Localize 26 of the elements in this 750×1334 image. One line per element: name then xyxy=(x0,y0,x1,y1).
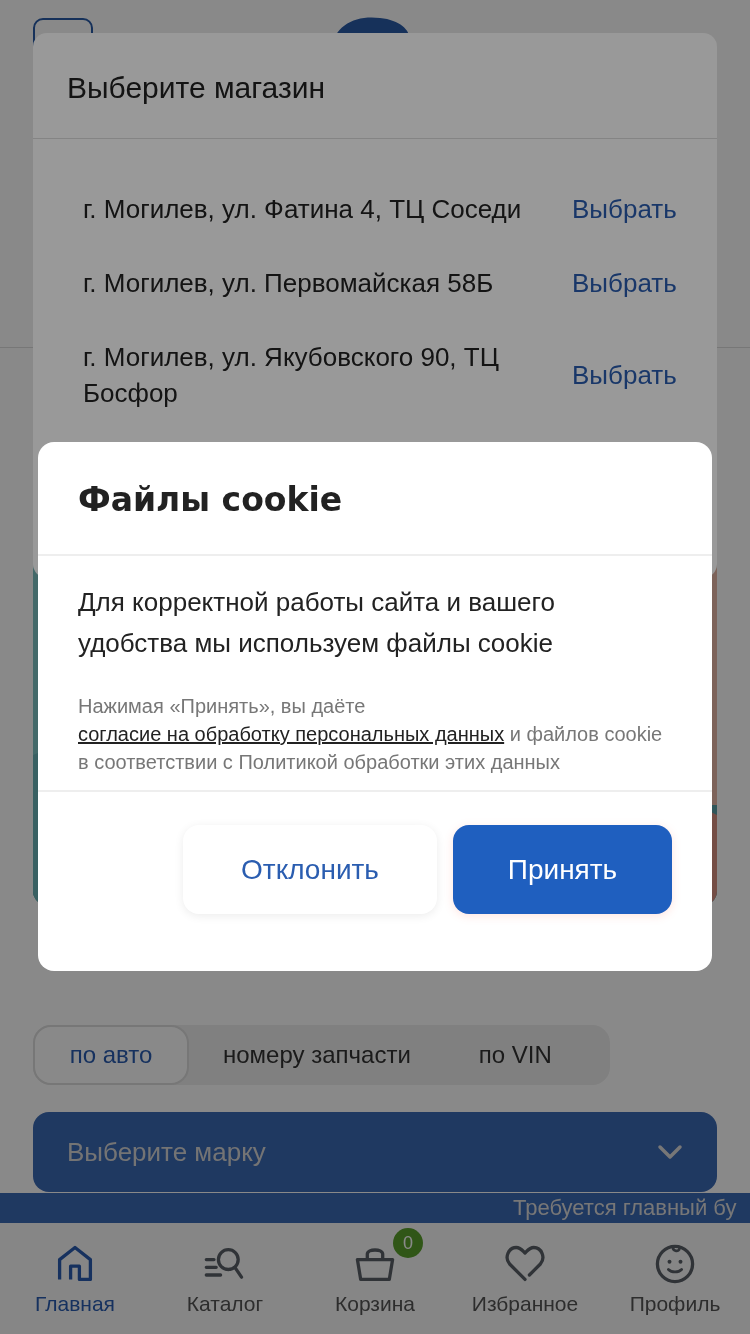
chevron-down-icon xyxy=(657,1144,683,1160)
cart-count-badge: 0 xyxy=(393,1227,423,1258)
nav-tab[interactable]: Главная xyxy=(0,1223,150,1334)
dialog-title: Файлы cookie xyxy=(38,442,712,556)
store-address: г. Могилев, ул. Якубовского 90, ТЦ Босфор xyxy=(83,341,500,410)
nav-tab[interactable]: Профиль xyxy=(600,1223,750,1334)
accept-button[interactable]: Принять xyxy=(453,825,672,914)
store-address: г. Могилев, ул. Фатина 4, ТЦ Соседи xyxy=(83,193,523,226)
select-store-link[interactable]: Выбрать xyxy=(572,359,677,391)
brand-select[interactable]: Выберите марку xyxy=(33,1112,717,1192)
select-store-link[interactable]: Выбрать xyxy=(572,193,677,225)
nav-tab[interactable]: Избранное xyxy=(450,1223,600,1334)
search-mode-tab[interactable]: по VIN xyxy=(444,1025,586,1085)
nav-tab[interactable]: Каталог xyxy=(150,1223,300,1334)
nav-tab[interactable]: 0 Корзина xyxy=(300,1223,450,1334)
dialog-title: Выберите магазин xyxy=(33,33,717,139)
news-ticker: Требуется главный бу xyxy=(0,1193,750,1223)
store-address: г. Могилев, ул. Первомайская 58Б xyxy=(83,267,495,300)
select-store-link[interactable]: Выбрать xyxy=(572,267,677,299)
consent-link[interactable]: согласие на обработку персональных данных xyxy=(78,723,505,745)
consent-notice: Нажимая «Принять», вы даёте согласие на обработку персональных данных и файлов cookie в соответствии с Политикой обработки этих данных xyxy=(78,694,664,775)
cookie-message: Для корректной работы сайта и вашего удобства мы используем файлы cookie xyxy=(78,586,556,660)
decline-button[interactable]: Отклонить xyxy=(183,825,437,914)
search-mode-tab[interactable]: номеру запчасти xyxy=(189,1025,445,1085)
brand-select-placeholder: Выберите марку xyxy=(67,1136,266,1168)
search-mode-tab[interactable]: по авто xyxy=(33,1025,189,1085)
